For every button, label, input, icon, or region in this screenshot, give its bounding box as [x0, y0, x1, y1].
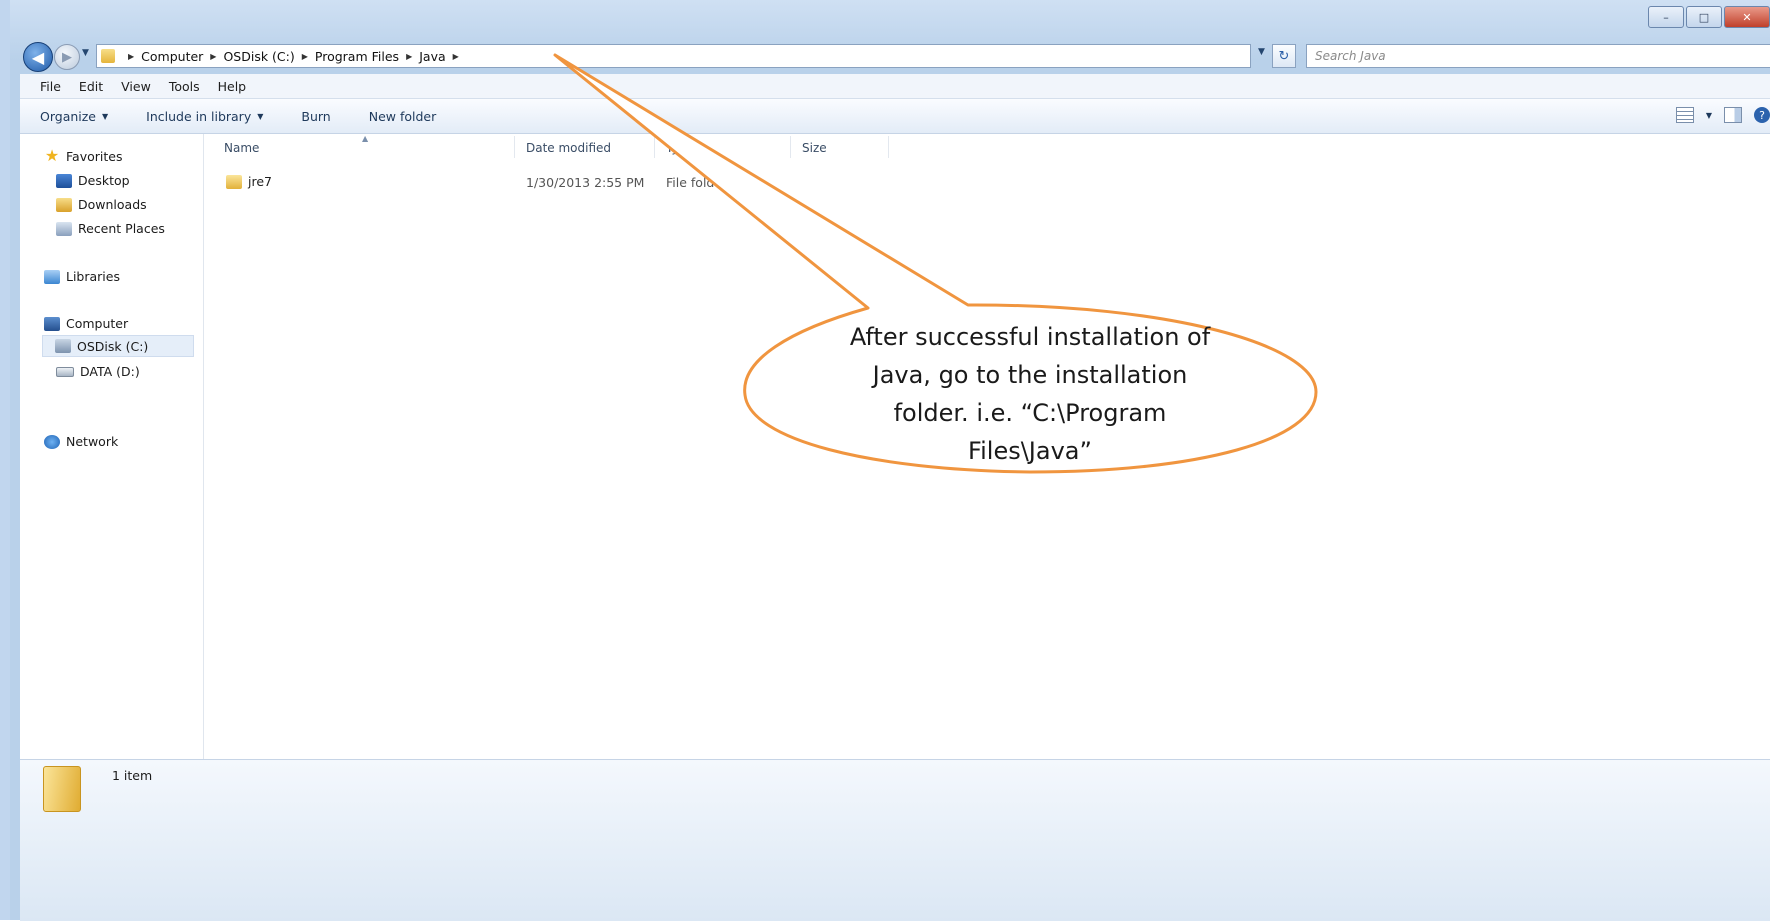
new-folder-button[interactable]: New folder: [369, 109, 437, 124]
search-input[interactable]: Search Java: [1306, 44, 1770, 68]
refresh-icon: ↻: [1278, 48, 1290, 64]
include-in-library-button[interactable]: Include in library ▼: [146, 109, 263, 124]
menu-edit[interactable]: Edit: [79, 79, 103, 94]
sidebar-item-computer[interactable]: Computer: [44, 316, 128, 331]
column-divider[interactable]: [790, 136, 791, 158]
sidebar-item-recent-places[interactable]: Recent Places: [56, 221, 165, 236]
breadcrumb: ▶ Computer ▶ OSDisk (C:) ▶ Program Files…: [121, 49, 466, 64]
column-header-name[interactable]: Name: [224, 141, 259, 155]
callout-line: folder. i.e. “C:\Program: [893, 399, 1167, 427]
address-row: ◀ ▶ ▼ ▶ Computer ▶ OSDisk (C:) ▶ Program…: [20, 39, 1770, 73]
network-icon: [44, 434, 60, 449]
sidebar-item-libraries[interactable]: Libraries: [44, 269, 120, 284]
drive-icon: [56, 366, 74, 377]
item-count: 1 item: [112, 768, 153, 783]
menu-view[interactable]: View: [121, 79, 151, 94]
menu-tools[interactable]: Tools: [169, 79, 200, 94]
column-divider[interactable]: [654, 136, 655, 158]
column-header-date-modified[interactable]: Date modified: [526, 141, 611, 155]
change-view-icon[interactable]: [1675, 107, 1694, 123]
sidebar-item-data[interactable]: DATA (D:): [56, 364, 140, 379]
sidebar-item-favorites[interactable]: ★ Favorites: [44, 146, 123, 165]
menu-help[interactable]: Help: [218, 79, 247, 94]
desktop-icon: [56, 173, 72, 188]
column-header-type[interactable]: Ty: [666, 141, 679, 155]
file-type: File fold: [666, 175, 715, 190]
maximize-button[interactable]: □: [1686, 6, 1722, 28]
star-icon: ★: [44, 146, 60, 165]
callout-line: After successful installation of: [849, 323, 1211, 351]
help-icon[interactable]: ?: [1754, 107, 1770, 123]
back-button[interactable]: ◀: [23, 42, 53, 72]
breadcrumb-computer[interactable]: Computer: [141, 49, 203, 64]
menu-file[interactable]: File: [40, 79, 61, 94]
callout-line: Files\Java”: [968, 437, 1092, 465]
close-button[interactable]: ✕: [1724, 6, 1770, 28]
sidebar-item-desktop[interactable]: Desktop: [56, 173, 130, 188]
window-controls: – □ ✕: [1646, 6, 1770, 28]
minimize-button[interactable]: –: [1648, 6, 1684, 28]
menu-bar: File Edit View Tools Help: [20, 74, 1770, 99]
breadcrumb-java[interactable]: Java: [419, 49, 445, 64]
forward-button[interactable]: ▶: [54, 44, 80, 70]
address-bar[interactable]: ▶ Computer ▶ OSDisk (C:) ▶ Program Files…: [96, 44, 1251, 68]
recent-pages-dropdown[interactable]: ▼: [82, 48, 89, 58]
chevron-down-icon: ▼: [102, 111, 109, 121]
breadcrumb-separator-icon[interactable]: ▶: [302, 52, 308, 61]
navigation-pane: ★ Favorites Desktop Downloads Recent Plac…: [20, 134, 204, 759]
folder-icon: [101, 49, 115, 63]
breadcrumb-separator-icon[interactable]: ▶: [128, 52, 134, 61]
list-item[interactable]: jre7: [226, 174, 272, 189]
sidebar-item-osdisk[interactable]: OSDisk (C:): [42, 335, 194, 357]
chevron-down-icon: ▼: [257, 111, 264, 121]
sidebar-item-network[interactable]: Network: [44, 434, 118, 449]
sidebar-item-downloads[interactable]: Downloads: [56, 197, 147, 212]
breadcrumb-separator-icon[interactable]: ▶: [453, 52, 459, 61]
breadcrumb-separator-icon[interactable]: ▶: [210, 52, 216, 61]
refresh-button[interactable]: ↻: [1272, 44, 1296, 68]
view-dropdown-icon[interactable]: ▼: [1706, 111, 1712, 120]
callout-line: Java, go to the installation: [872, 361, 1188, 389]
breadcrumb-osdisk[interactable]: OSDisk (C:): [223, 49, 294, 64]
preview-pane-icon[interactable]: [1724, 107, 1742, 123]
organize-button[interactable]: Organize ▼: [40, 109, 108, 124]
file-date-modified: 1/30/2013 2:55 PM: [526, 175, 645, 190]
column-divider[interactable]: [514, 136, 515, 158]
burn-button[interactable]: Burn: [301, 109, 330, 124]
sort-ascending-icon: ▲: [362, 134, 369, 143]
file-name: jre7: [248, 174, 272, 189]
breadcrumb-separator-icon[interactable]: ▶: [406, 52, 412, 61]
forward-arrow-icon: ▶: [62, 49, 72, 65]
drive-icon: [55, 339, 71, 353]
recent-places-icon: [56, 221, 72, 236]
folder-icon: [226, 174, 242, 189]
libraries-icon: [44, 269, 60, 284]
address-dropdown[interactable]: ▼: [1258, 47, 1265, 57]
details-pane: 1 item: [20, 759, 1770, 921]
downloads-icon: [56, 197, 72, 212]
column-divider[interactable]: [888, 136, 889, 158]
command-bar: Organize ▼ Include in library ▼ Burn New f…: [20, 99, 1770, 134]
folder-icon: [43, 766, 81, 812]
callout-text: After successful installation of Java, g…: [800, 318, 1260, 470]
back-arrow-icon: ◀: [31, 47, 45, 67]
computer-icon: [44, 316, 60, 331]
column-header-size[interactable]: Size: [802, 141, 827, 155]
breadcrumb-program-files[interactable]: Program Files: [315, 49, 399, 64]
